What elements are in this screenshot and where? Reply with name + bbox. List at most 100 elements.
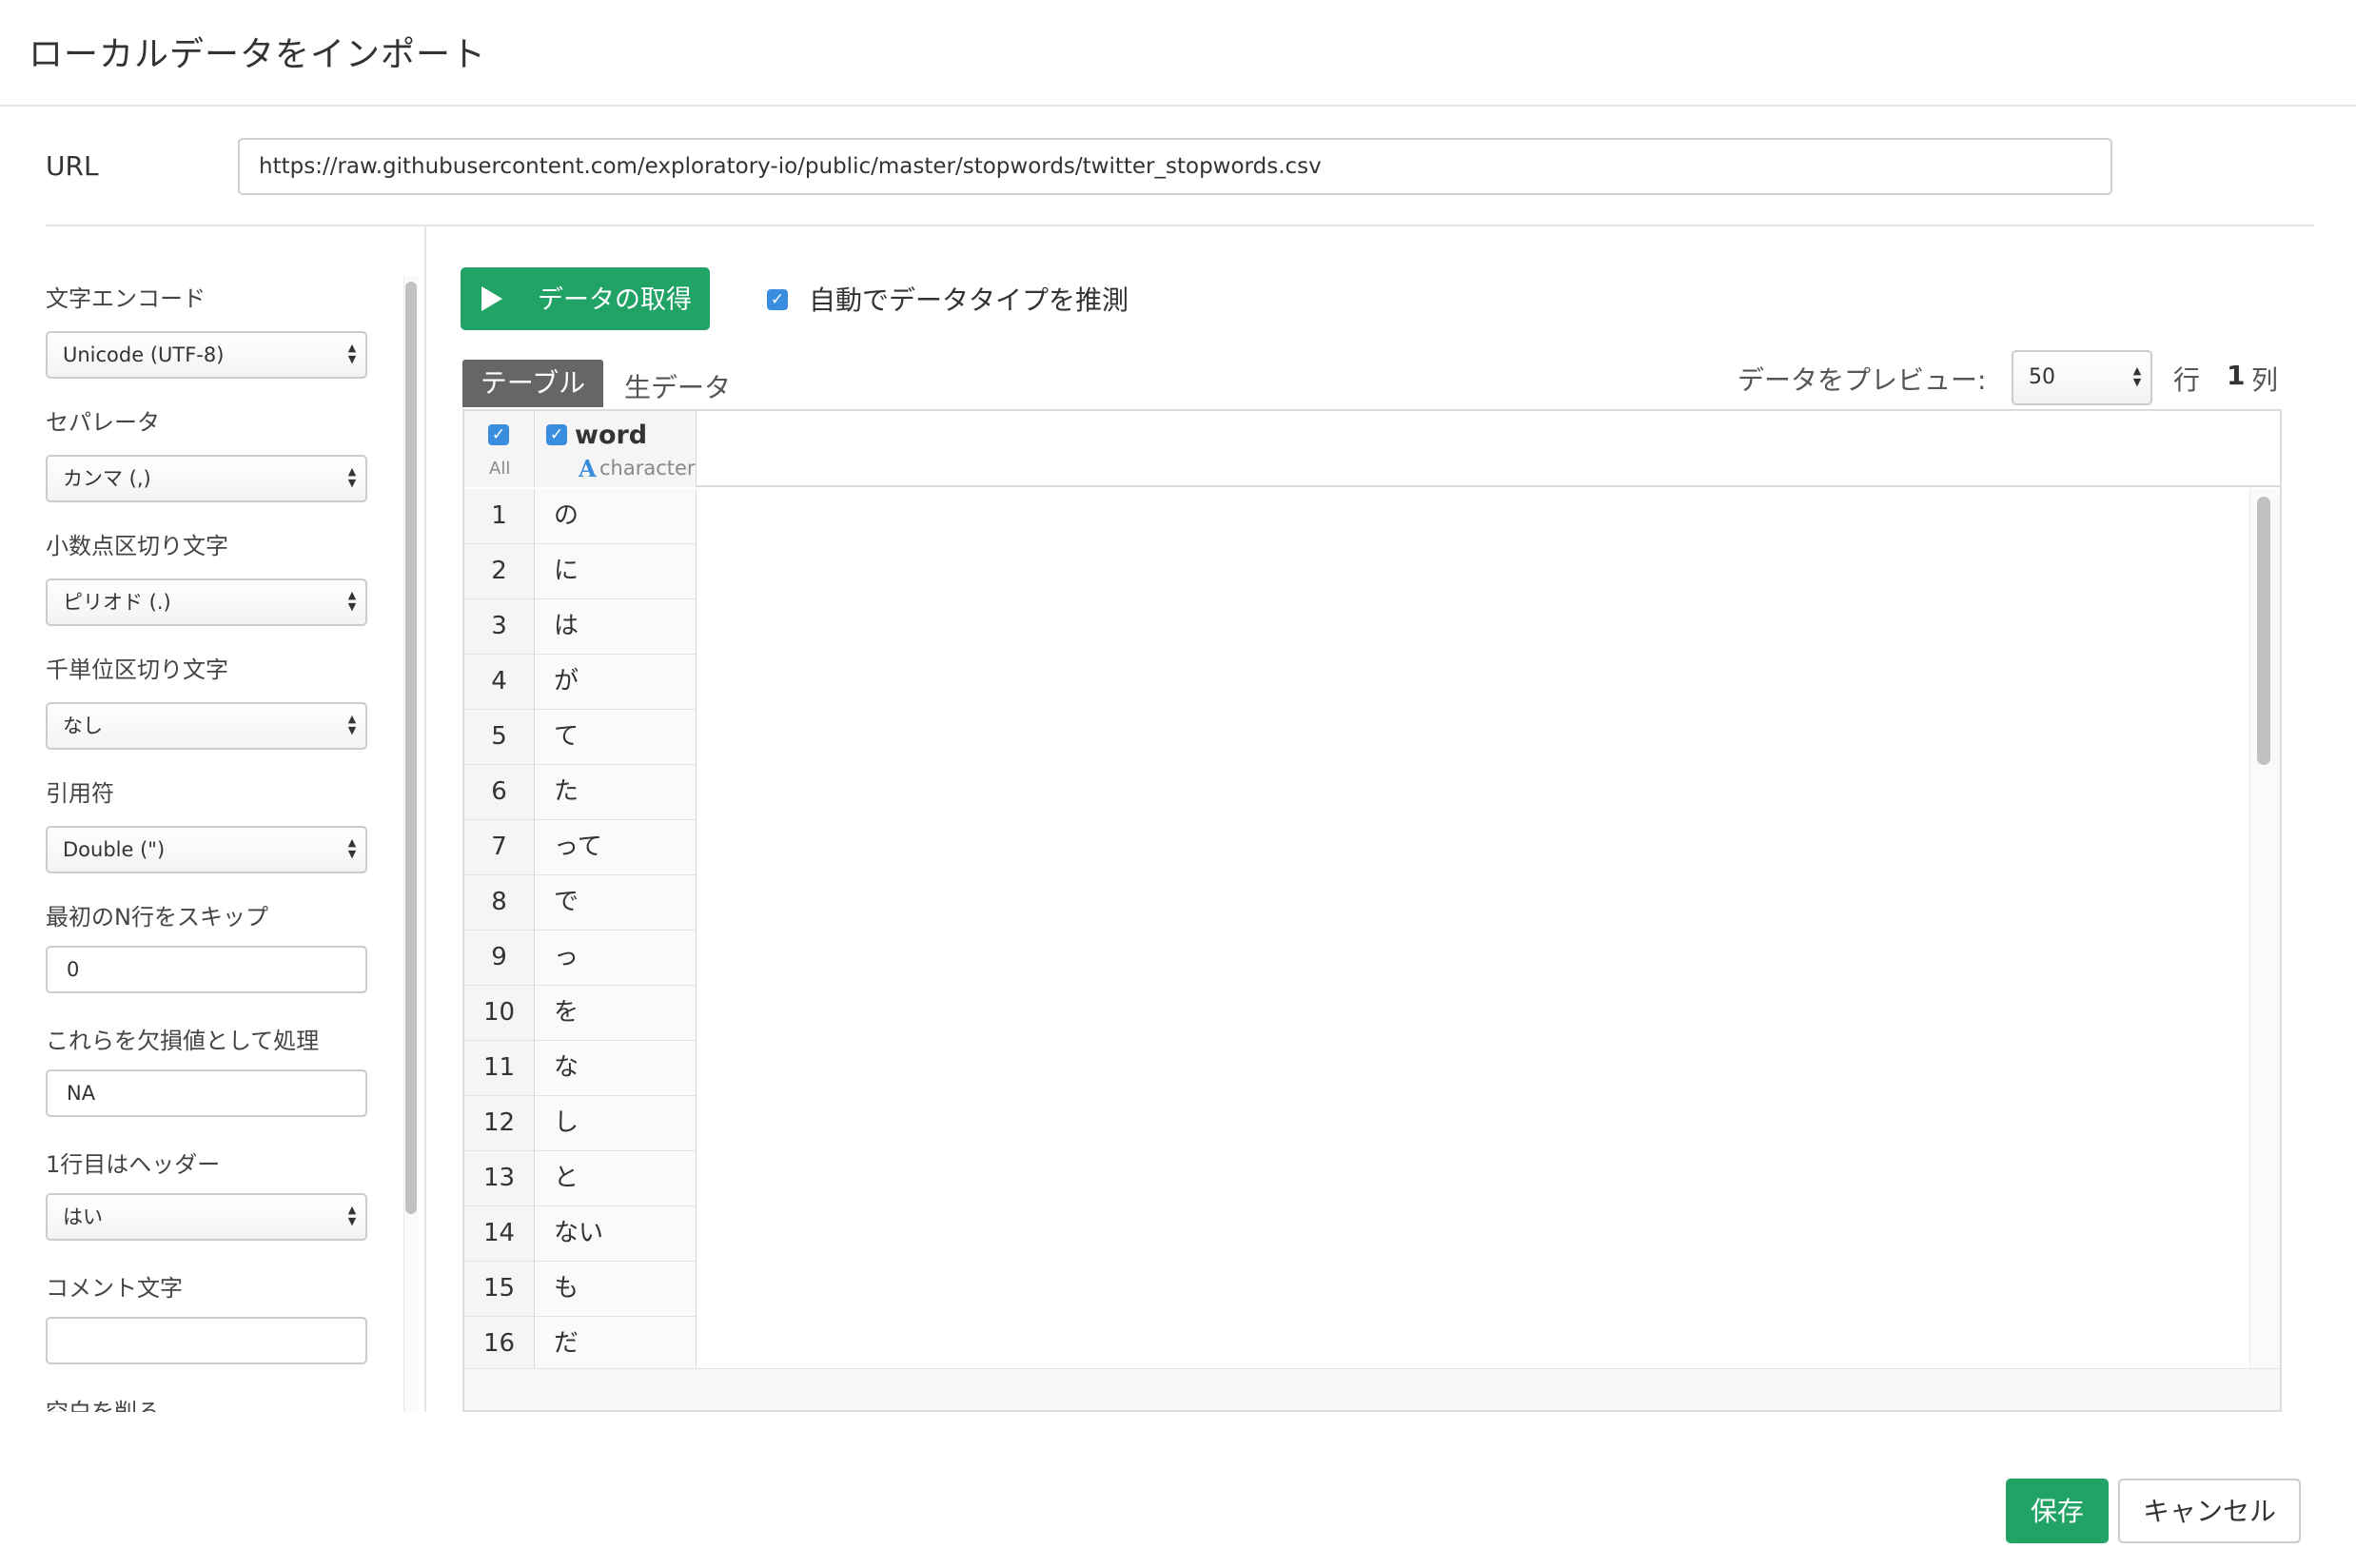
table-cell[interactable]: ない bbox=[535, 1206, 697, 1261]
decimal-select[interactable]: ピリオド (.) ▲ ▼ bbox=[46, 578, 367, 626]
table-cell[interactable]: が bbox=[535, 655, 697, 709]
quote-select[interactable]: Double (") ▲ ▼ bbox=[46, 826, 367, 873]
url-input[interactable]: https://raw.githubusercontent.com/explor… bbox=[238, 138, 2112, 195]
select-arrows-icon: ▲ ▼ bbox=[347, 342, 357, 365]
settings-scroll-thumb[interactable] bbox=[405, 282, 417, 1214]
separator-select[interactable]: カンマ (,) ▲ ▼ bbox=[46, 455, 367, 502]
na-values-input[interactable]: NA bbox=[46, 1069, 367, 1117]
row-number: 12 bbox=[464, 1096, 535, 1150]
select-arrows-icon: ▲ ▼ bbox=[347, 465, 357, 489]
trim-label: 空白を削る bbox=[46, 1399, 160, 1412]
select-arrows-icon: ▲ ▼ bbox=[2132, 364, 2142, 388]
row-number: 9 bbox=[464, 931, 535, 985]
row-number: 13 bbox=[464, 1151, 535, 1205]
table-row: 4が bbox=[464, 655, 697, 710]
row-number: 3 bbox=[464, 599, 535, 654]
comment-input[interactable] bbox=[46, 1317, 367, 1364]
column-type: character bbox=[599, 457, 696, 480]
na-values-label: これらを欠損値として処理 bbox=[46, 1028, 320, 1054]
row-number: 15 bbox=[464, 1262, 535, 1316]
select-arrows-icon: ▲ ▼ bbox=[347, 1204, 357, 1227]
table-cell[interactable]: で bbox=[535, 875, 697, 930]
divider bbox=[46, 225, 2314, 226]
tab-table[interactable]: テーブル bbox=[462, 360, 603, 407]
preview-rows-select[interactable]: 50 ▲ ▼ bbox=[2012, 350, 2152, 405]
table-cell[interactable]: を bbox=[535, 986, 697, 1040]
table-row: 10 を bbox=[464, 986, 697, 1041]
play-icon bbox=[481, 286, 502, 311]
table-cell[interactable]: の bbox=[535, 489, 697, 543]
tab-raw-data[interactable]: 生データ bbox=[624, 367, 731, 405]
select-arrows-icon: ▲ ▼ bbox=[347, 713, 357, 736]
select-all-label: All bbox=[489, 459, 511, 479]
table-row: 1の bbox=[464, 489, 697, 544]
encoding-label: 文字エンコード bbox=[46, 285, 206, 312]
header-label: 1行目はヘッダー bbox=[46, 1151, 221, 1178]
table-cell[interactable]: だ bbox=[535, 1317, 697, 1368]
table-cell[interactable]: て bbox=[535, 710, 697, 764]
save-button[interactable]: 保存 bbox=[2006, 1479, 2109, 1543]
select-arrows-icon: ▲ ▼ bbox=[347, 589, 357, 613]
table-cell[interactable]: し bbox=[535, 1096, 697, 1150]
table-row: 5て bbox=[464, 710, 697, 765]
columns-label: 列 bbox=[2251, 364, 2279, 396]
encoding-select[interactable]: Unicode (UTF-8) ▲ ▼ bbox=[46, 331, 367, 379]
decimal-label: 小数点区切り文字 bbox=[46, 533, 228, 559]
columns-count: 1 bbox=[2227, 360, 2246, 391]
table-cell[interactable]: た bbox=[535, 765, 697, 819]
column-checkbox[interactable]: ✓ bbox=[546, 424, 567, 445]
skip-rows-label: 最初のN行をスキップ bbox=[46, 904, 268, 931]
table-row: 8で bbox=[464, 875, 697, 931]
row-number: 5 bbox=[464, 710, 535, 764]
table-cell[interactable]: も bbox=[535, 1262, 697, 1316]
header-select[interactable]: はい ▲ ▼ bbox=[46, 1193, 367, 1241]
comment-label: コメント文字 bbox=[46, 1275, 183, 1302]
thousands-select[interactable]: なし ▲ ▼ bbox=[46, 702, 367, 750]
row-number: 16 bbox=[464, 1317, 535, 1368]
thousands-value: なし bbox=[63, 715, 103, 737]
table-row: 13 と bbox=[464, 1151, 697, 1206]
fetch-data-button[interactable]: データの取得 bbox=[461, 267, 710, 330]
thousands-label: 千単位区切り文字 bbox=[46, 657, 228, 683]
dialog-title: ローカルデータをインポート bbox=[29, 35, 487, 74]
table-row: 2に bbox=[464, 544, 697, 599]
cancel-button[interactable]: キャンセル bbox=[2118, 1479, 2301, 1543]
table-row: 6た bbox=[464, 765, 697, 820]
select-arrows-icon: ▲ ▼ bbox=[347, 836, 357, 860]
row-number: 8 bbox=[464, 875, 535, 930]
column-header-word[interactable]: ✓ word A character bbox=[535, 411, 697, 487]
fetch-data-label: データの取得 bbox=[538, 285, 692, 314]
grid-scroll-thumb[interactable] bbox=[2257, 497, 2270, 765]
grid-horizontal-scrollbar[interactable] bbox=[464, 1368, 2280, 1410]
select-all-checkbox[interactable]: ✓ bbox=[488, 424, 509, 445]
quote-value: Double (") bbox=[63, 838, 166, 861]
preview-label: データをプレビュー: bbox=[1738, 364, 1987, 396]
auto-detect-label: 自動でデータタイプを推測 bbox=[809, 284, 1129, 316]
row-number: 2 bbox=[464, 544, 535, 598]
row-number: 10 bbox=[464, 986, 535, 1040]
skip-rows-input[interactable]: 0 bbox=[46, 946, 367, 993]
table-row: 16 だ bbox=[464, 1317, 697, 1368]
decimal-value: ピリオド (.) bbox=[63, 591, 171, 614]
settings-panel: 文字エンコード Unicode (UTF-8) ▲ ▼ セパレータ カンマ (,)… bbox=[0, 228, 426, 1412]
table-cell[interactable]: っ bbox=[535, 931, 697, 985]
row-number: 6 bbox=[464, 765, 535, 819]
grid-header: ✓ All ✓ word A character bbox=[464, 411, 2280, 487]
rows-label: 行 bbox=[2173, 364, 2201, 396]
row-number: 14 bbox=[464, 1206, 535, 1261]
separator-value: カンマ (,) bbox=[63, 467, 151, 490]
quote-label: 引用符 bbox=[46, 780, 114, 807]
row-number: 4 bbox=[464, 655, 535, 709]
table-row: 12 し bbox=[464, 1096, 697, 1151]
table-cell[interactable]: な bbox=[535, 1041, 697, 1095]
table-cell[interactable]: は bbox=[535, 599, 697, 654]
table-row: 9っ bbox=[464, 931, 697, 986]
preview-rows-value: 50 bbox=[2029, 365, 2055, 389]
row-number: 11 bbox=[464, 1041, 535, 1095]
table-row: 11 な bbox=[464, 1041, 697, 1096]
table-cell[interactable]: に bbox=[535, 544, 697, 598]
dialog-header: ローカルデータをインポート bbox=[0, 0, 2356, 107]
table-cell[interactable]: って bbox=[535, 820, 697, 874]
table-cell[interactable]: と bbox=[535, 1151, 697, 1205]
auto-detect-checkbox[interactable]: ✓ bbox=[767, 289, 788, 310]
